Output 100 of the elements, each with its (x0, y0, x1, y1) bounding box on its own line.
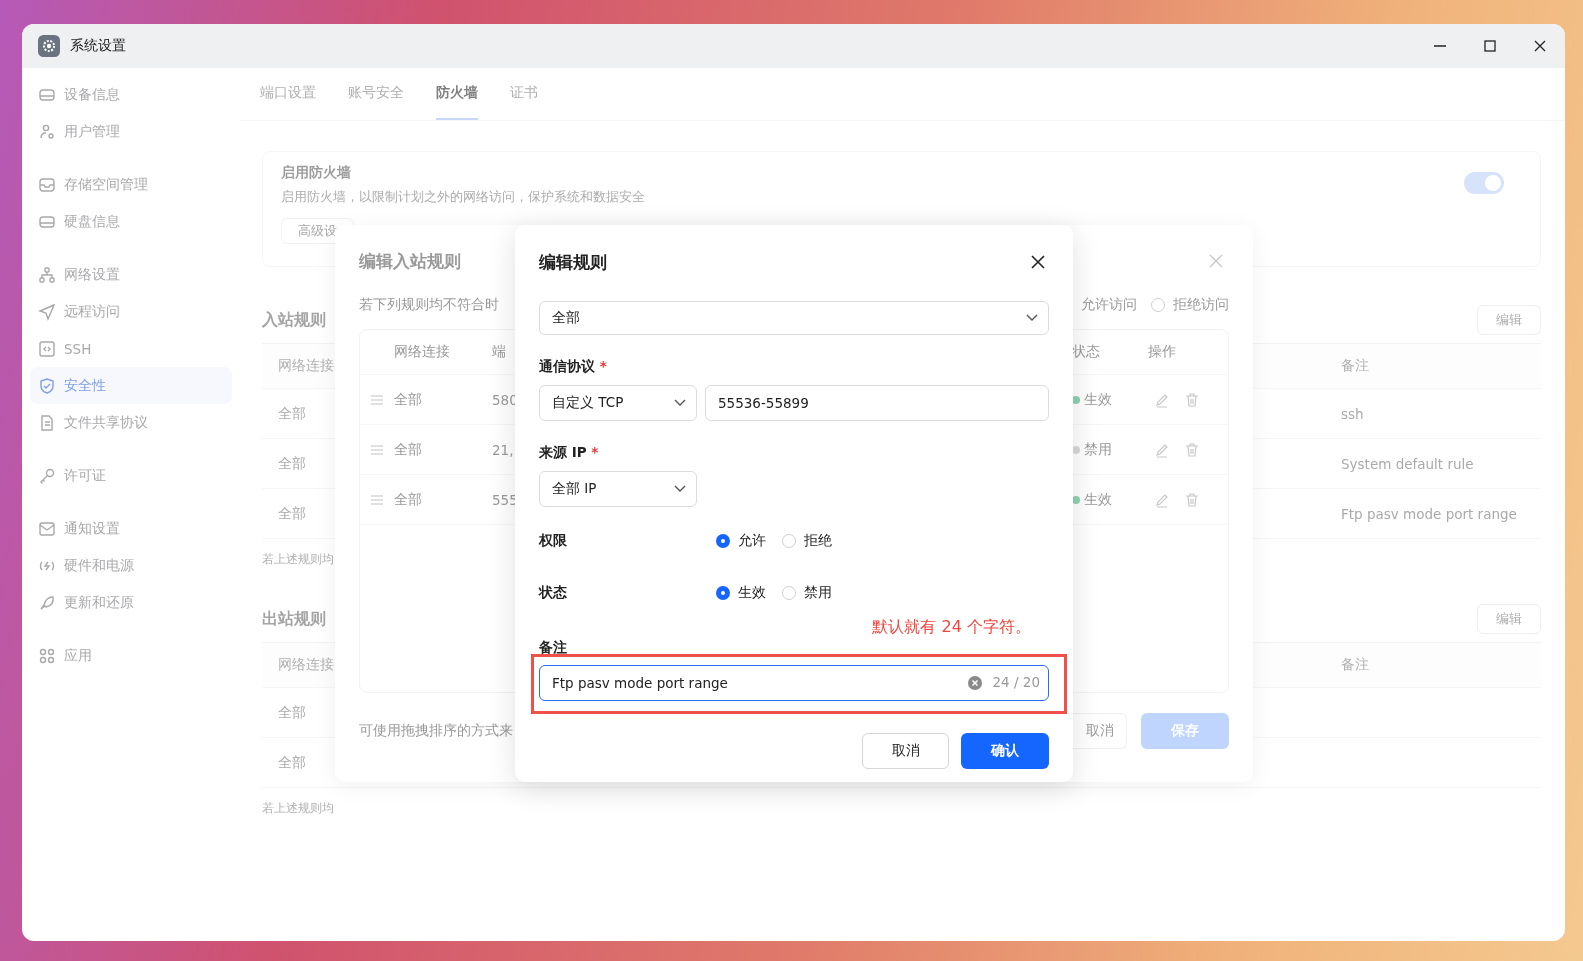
window-title: 系统设置 (70, 37, 126, 55)
column-header: 操作 (1148, 343, 1176, 361)
column-header: 备注 (1341, 656, 1369, 674)
chevron-down-icon (674, 399, 686, 407)
drag-handle-icon[interactable] (371, 394, 383, 405)
sidebar-item[interactable]: 设备信息 (22, 76, 232, 113)
field-label: 备注 (539, 639, 567, 657)
code-icon (38, 339, 56, 358)
table-cell: 全部 (278, 753, 306, 772)
status-label: 禁用 (1084, 440, 1112, 459)
source-ip-select[interactable]: 全部 IP (539, 471, 697, 507)
rules-footnote: 若上述规则均 (262, 551, 335, 568)
user-icon (38, 122, 56, 141)
sidebar-item[interactable]: 硬件和电源 (22, 547, 232, 584)
sidebar-item[interactable]: 通知设置 (22, 510, 232, 547)
drag-handle-icon[interactable] (371, 494, 383, 505)
sidebar-item[interactable]: 文件共享协议 (22, 404, 232, 441)
annotation-text: 默认就有 24 个字符。 (872, 617, 1032, 638)
radio-label: 生效 (738, 584, 766, 602)
sidebar-item[interactable]: 硬盘信息 (22, 203, 232, 240)
sidebar-item[interactable]: 存储空间管理 (22, 166, 232, 203)
tab[interactable]: 证书 (510, 68, 538, 120)
field-label: 状态 (539, 584, 568, 602)
clear-icon[interactable] (967, 675, 983, 691)
radio-label: 拒绝访问 (1173, 296, 1229, 314)
section-title: 出站规则 (262, 608, 326, 630)
radio-label: 允许 (738, 532, 766, 550)
sidebar-item[interactable]: 更新和还原 (22, 584, 232, 621)
gear-icon (38, 35, 60, 57)
column-header: 网络连接 (278, 357, 334, 375)
confirm-button[interactable]: 确认 (961, 733, 1049, 769)
drag-hint: 可使用拖拽排序的方式来 (359, 722, 513, 740)
protocol-select[interactable]: 自定义 TCP (539, 385, 697, 421)
grid-icon (38, 646, 56, 665)
table-cell: 全部 (278, 404, 306, 423)
default-action-label: 若下列规则均不符合时 (359, 296, 499, 314)
table-cell: 全部 (278, 703, 306, 722)
rules-footnote: 若上述规则均 (262, 800, 335, 817)
table-cell: 21, (492, 441, 514, 458)
edit-button[interactable]: 编辑 (1477, 305, 1541, 335)
trash-icon[interactable] (1184, 491, 1200, 508)
column-header: 端 (492, 343, 506, 361)
send-icon (38, 302, 56, 321)
radio-label: 允许访问 (1081, 296, 1137, 314)
field-label: 来源 IP * (539, 443, 600, 462)
radio-label: 禁用 (804, 584, 832, 602)
tab[interactable]: 端口设置 (260, 68, 316, 120)
dialog-title: 编辑规则 (539, 250, 607, 274)
network-icon (38, 265, 56, 284)
drag-handle-icon[interactable] (371, 444, 383, 455)
radio-label: 拒绝 (804, 532, 832, 550)
radio-button[interactable] (716, 586, 730, 600)
maximize-icon[interactable] (1483, 39, 1497, 53)
field-label: 通信协议 * (539, 357, 608, 376)
chevron-down-icon (1026, 314, 1038, 322)
file-icon (38, 413, 56, 432)
table-cell: 全部 (278, 504, 306, 523)
close-icon[interactable] (1031, 255, 1045, 269)
sidebar-item[interactable]: 安全性 (30, 367, 232, 404)
column-header: 备注 (1341, 357, 1369, 375)
key-icon (38, 466, 56, 485)
firewall-title: 启用防火墙 (281, 164, 352, 182)
section-title: 入站规则 (262, 309, 326, 331)
character-counter: 24 / 20 (992, 674, 1040, 690)
network-select[interactable]: 全部 (539, 301, 1049, 335)
table-cell: 全部 (394, 390, 422, 409)
table-cell: 全部 (394, 440, 422, 459)
sidebar-item[interactable]: 网络设置 (22, 256, 232, 293)
table-cell: 全部 (394, 490, 422, 509)
firewall-toggle[interactable] (1464, 172, 1504, 194)
table-cell: System default rule (1341, 455, 1474, 472)
radio-button[interactable] (716, 534, 730, 548)
table-cell: 全部 (278, 454, 306, 473)
table-cell: ssh (1341, 405, 1364, 422)
column-header: 状态 (1072, 343, 1100, 361)
tray-icon (38, 175, 56, 194)
sidebar-item[interactable]: 应用 (22, 637, 232, 674)
tab[interactable]: 防火墙 (436, 68, 478, 120)
cancel-button[interactable]: 取消 (862, 733, 949, 769)
status-label: 生效 (1084, 390, 1112, 409)
status-label: 生效 (1084, 490, 1112, 509)
chevron-down-icon (674, 485, 686, 493)
field-label: 权限 (539, 532, 568, 550)
trash-icon[interactable] (1184, 441, 1200, 458)
column-header: 网络连接 (394, 343, 450, 361)
mail-icon (38, 519, 56, 538)
edit-button[interactable]: 编辑 (1477, 604, 1541, 634)
dialog-title: 编辑入站规则 (359, 249, 461, 273)
shield-icon (38, 376, 56, 395)
column-header: 网络连接 (278, 656, 334, 674)
sidebar-item[interactable]: 远程访问 (22, 293, 232, 330)
firewall-description: 启用防火墙，以限制计划之外的网络访问，保护系统和数据安全 (281, 188, 645, 206)
sidebar-item[interactable]: SSH (22, 330, 232, 367)
sidebar-item[interactable]: 用户管理 (22, 113, 232, 150)
table-cell: Ftp pasv mode port range (1341, 505, 1517, 522)
close-icon[interactable] (1533, 39, 1547, 53)
trash-icon[interactable] (1184, 391, 1200, 408)
sidebar-item[interactable]: 许可证 (22, 457, 232, 494)
port-range-field[interactable]: 55536-55899 (705, 385, 1049, 421)
tab[interactable]: 账号安全 (348, 68, 404, 120)
